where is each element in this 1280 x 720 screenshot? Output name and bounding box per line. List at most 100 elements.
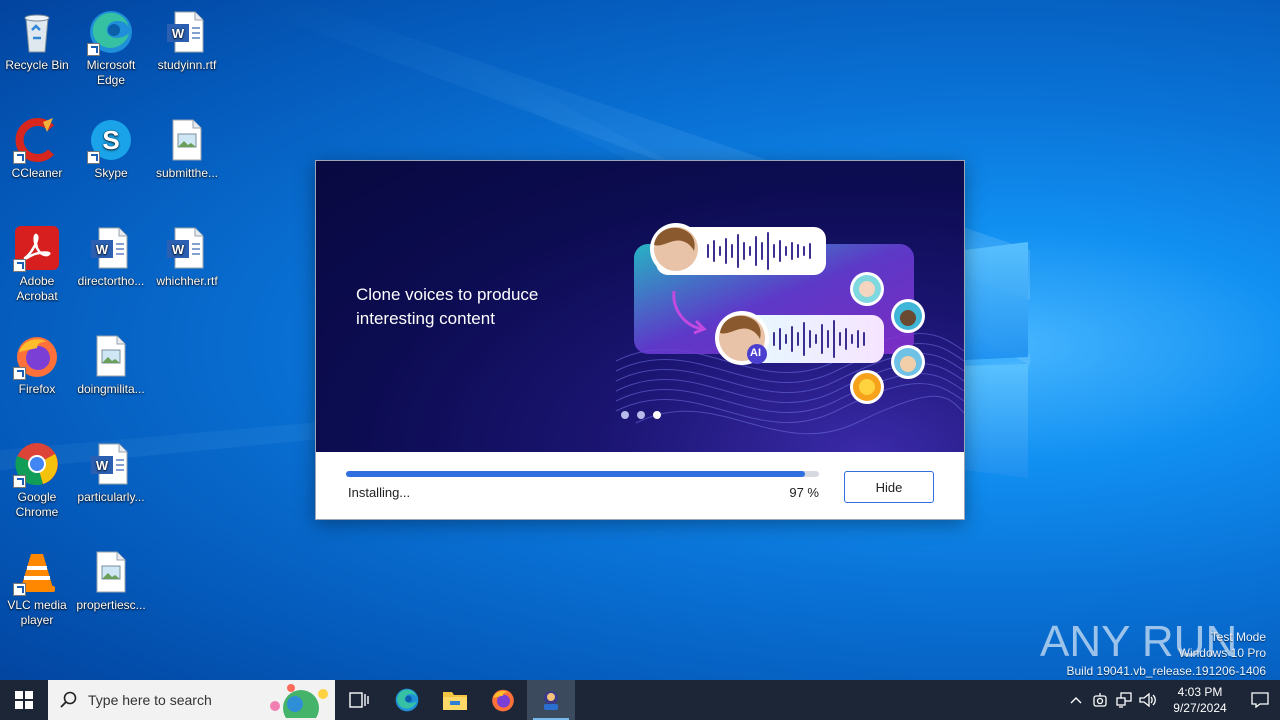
taskbar-edge-button[interactable] <box>383 680 431 720</box>
system-tray: 4:03 PM 9/27/2024 <box>1064 680 1280 720</box>
install-progress-fill <box>346 471 805 477</box>
windows-edition-text: Windows 10 Pro <box>1178 646 1266 660</box>
taskbar-file-explorer-button[interactable] <box>431 680 479 720</box>
chevron-up-icon <box>1070 697 1082 704</box>
folder-icon <box>443 692 467 710</box>
desktop-icon-label: VLC media player <box>7 598 67 627</box>
install-percent-text: 97 % <box>789 485 819 500</box>
clock-date: 9/27/2024 <box>1173 701 1227 715</box>
desktop-icon-doingmilita[interactable]: doingmilita... <box>74 332 148 397</box>
notification-icon <box>1251 692 1269 708</box>
desktop-icon-label: submitthe... <box>155 166 219 180</box>
desktop-icon-google-chrome[interactable]: Google Chrome <box>0 440 74 520</box>
word-document-icon: W <box>87 440 135 488</box>
desktop-icon-label: directortho... <box>77 274 145 288</box>
recycle-bin-icon <box>13 8 61 56</box>
desktop-icon-microsoft-edge[interactable]: Microsoft Edge <box>74 8 148 88</box>
carousel-dot-1[interactable] <box>621 411 629 419</box>
search-icon <box>60 691 77 708</box>
test-mode-text: Test Mode <box>1210 630 1266 644</box>
install-status-text: Installing... <box>348 485 411 500</box>
shortcut-arrow-icon <box>87 151 100 164</box>
desktop-icon-skype[interactable]: S Skype <box>74 116 148 181</box>
shortcut-arrow-icon <box>13 583 26 596</box>
image-file-icon <box>87 332 135 380</box>
taskbar-firefox-button[interactable] <box>479 680 527 720</box>
desktop-icon-label: Adobe Acrobat <box>16 274 58 303</box>
ai-badge: AI <box>750 347 761 359</box>
search-input[interactable] <box>88 692 258 708</box>
show-hidden-icons-button[interactable] <box>1064 680 1088 720</box>
desktop-icon-particularly[interactable]: W particularly... <box>74 440 148 505</box>
tray-app-button[interactable] <box>1088 680 1112 720</box>
desktop-icon-studyinn-rtf[interactable]: W studyinn.rtf <box>150 8 224 73</box>
carousel-dots <box>621 411 661 419</box>
desktop-icon-label: Google Chrome <box>15 490 59 519</box>
taskbar-clock[interactable]: 4:03 PM 9/27/2024 <box>1160 684 1240 716</box>
promo-headline: Clone voices to produce interesting cont… <box>356 285 539 328</box>
network-button[interactable] <box>1112 680 1136 720</box>
desktop-icon-ccleaner[interactable]: CCleaner <box>0 116 74 181</box>
svg-text:S: S <box>102 125 119 155</box>
clock-time: 4:03 PM <box>1177 685 1223 699</box>
desktop-icon-label: Skype <box>94 166 128 180</box>
desktop-icon-directortho[interactable]: W directortho... <box>74 224 148 289</box>
speaker-icon <box>1139 692 1156 708</box>
desktop-icon-label: whichher.rtf <box>156 274 218 288</box>
desktop-icon-label: Microsoft Edge <box>86 58 136 87</box>
desktop-icon-label: doingmilita... <box>77 382 145 396</box>
firefox-icon <box>13 332 61 380</box>
desktop-icon-vlc-media-player[interactable]: VLC media player <box>0 548 74 628</box>
shortcut-arrow-icon <box>13 367 26 380</box>
chrome-icon <box>13 440 61 488</box>
desktop-icon-propertiesc[interactable]: propertiesc... <box>74 548 148 613</box>
desktop-icon-label: propertiesc... <box>76 598 146 612</box>
task-view-icon <box>349 692 369 708</box>
image-file-icon <box>87 548 135 596</box>
desktop-icon-recycle-bin[interactable]: Recycle Bin <box>0 8 74 73</box>
start-button[interactable] <box>0 680 48 720</box>
taskbar-search-box[interactable] <box>48 680 335 720</box>
promo-banner: AI Clone voices to produce interesting c… <box>316 161 964 452</box>
word-document-icon: W <box>163 8 211 56</box>
vlc-icon <box>13 548 61 596</box>
carousel-dot-3[interactable] <box>653 411 661 419</box>
firefox-icon <box>492 689 514 712</box>
svg-text:W: W <box>172 242 185 257</box>
task-view-button[interactable] <box>335 680 383 720</box>
desktop-icon-label: Firefox <box>18 382 56 396</box>
desktop-icon-adobe-acrobat[interactable]: Adobe Acrobat <box>0 224 74 304</box>
desktop-icon-label: studyinn.rtf <box>157 58 217 72</box>
svg-text:W: W <box>172 26 185 41</box>
tray-app-icon <box>1093 693 1107 707</box>
desktop-icon-label: CCleaner <box>11 166 63 180</box>
word-document-icon: W <box>87 224 135 272</box>
action-center-button[interactable] <box>1240 680 1280 720</box>
image-file-icon <box>163 116 211 164</box>
hide-button[interactable]: Hide <box>844 471 934 503</box>
shortcut-arrow-icon <box>13 259 26 272</box>
svg-text:W: W <box>96 242 109 257</box>
carousel-dot-2[interactable] <box>637 411 645 419</box>
installer-app-icon <box>544 691 558 710</box>
shortcut-arrow-icon <box>13 151 26 164</box>
volume-button[interactable] <box>1136 680 1160 720</box>
anyrun-watermark: ANY RUN Test Mode Windows 10 Pro Build 1… <box>1040 610 1270 678</box>
adobe-acrobat-icon <box>13 224 61 272</box>
taskbar: 4:03 PM 9/27/2024 <box>0 680 1280 720</box>
desktop-icon-firefox[interactable]: Firefox <box>0 332 74 397</box>
build-number-text: Build 19041.vb_release.191206-1406 <box>1066 664 1267 678</box>
search-highlight-art-icon <box>270 684 328 718</box>
ccleaner-icon <box>13 116 61 164</box>
installer-window: AI Clone voices to produce interesting c… <box>315 160 965 520</box>
edge-icon <box>87 8 135 56</box>
desktop-icon-label: particularly... <box>77 490 145 504</box>
desktop-icon-whichher-rtf[interactable]: W whichher.rtf <box>150 224 224 289</box>
desktop-icon-label: Recycle Bin <box>5 58 69 72</box>
desktop-icon-submitthe[interactable]: submitthe... <box>150 116 224 181</box>
skype-icon: S <box>87 116 135 164</box>
edge-icon <box>395 688 419 712</box>
install-progress-bar <box>346 471 819 477</box>
taskbar-installer-button[interactable] <box>527 680 575 720</box>
network-icon <box>1116 692 1132 708</box>
